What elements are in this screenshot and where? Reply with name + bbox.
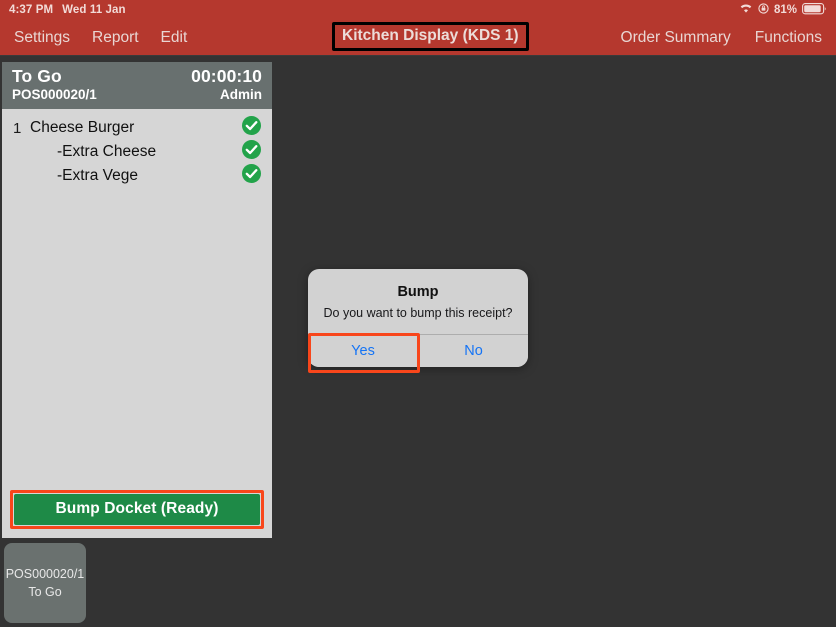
docket-tab-reference: POS000020/1 — [5, 567, 85, 582]
order-line-item[interactable]: 1 Cheese Burger — [2, 116, 272, 140]
docket-timer: 00:00:10 — [191, 66, 262, 86]
order-line-item[interactable]: -Extra Vege — [2, 164, 272, 188]
docket-tab-pos000020-1[interactable]: POS000020/1 To Go — [4, 543, 86, 623]
line-item-quantity: 1 — [13, 119, 22, 137]
line-item-name: Cheese Burger — [30, 119, 135, 136]
docket-header-top-row: To Go 00:00:10 — [12, 66, 262, 87]
status-bar-left: 4:37 PM Wed 11 Jan — [9, 4, 126, 16]
docket-card[interactable]: To Go 00:00:10 POS000020/1 Admin 1 Chees… — [2, 62, 272, 538]
docket-tab-strip: POS000020/1 To Go — [0, 543, 836, 627]
docket-reference: POS000020/1 — [12, 87, 97, 102]
status-bar-date: Wed 11 Jan — [62, 4, 126, 16]
dialog-no-button[interactable]: No — [418, 335, 528, 368]
bump-confirmation-dialog: Bump Do you want to bump this receipt? Y… — [308, 269, 528, 368]
bump-button-highlight: Bump Docket (Ready) — [10, 490, 264, 529]
order-line-item[interactable]: -Extra Cheese — [2, 140, 272, 164]
docket-header-bottom-row: POS000020/1 Admin — [12, 87, 262, 104]
dialog-yes-button[interactable]: Yes — [308, 335, 418, 368]
nav-item-functions[interactable]: Functions — [755, 30, 822, 46]
page-title: Kitchen Display (KDS 1) — [342, 27, 519, 44]
check-circle-icon[interactable] — [242, 116, 261, 140]
nav-item-settings[interactable]: Settings — [14, 30, 70, 46]
docket-tab-order-type: To Go — [28, 584, 62, 599]
nav-item-order-summary[interactable]: Order Summary — [621, 30, 731, 46]
wifi-icon — [739, 3, 753, 17]
battery-icon — [802, 2, 827, 18]
status-bar-time: 4:37 PM — [9, 4, 54, 16]
docket-line-items: 1 Cheese Burger -Extra Cheese -Extra Veg… — [2, 109, 272, 484]
docket-header: To Go 00:00:10 POS000020/1 Admin — [2, 62, 272, 109]
navbar-left-group: Settings Report Edit — [14, 30, 187, 46]
status-bar-right: 81% — [739, 2, 827, 18]
navbar-right-group: Order Summary Functions — [621, 30, 822, 46]
check-circle-icon[interactable] — [242, 140, 261, 164]
dialog-button-row: Yes No — [308, 334, 528, 368]
check-circle-icon[interactable] — [242, 164, 261, 188]
battery-percentage: 81% — [773, 4, 797, 16]
docket-order-type: To Go — [12, 66, 62, 86]
line-item-name: -Extra Vege — [57, 167, 138, 184]
ios-status-bar: 4:37 PM Wed 11 Jan 81% — [0, 0, 836, 20]
nav-item-edit[interactable]: Edit — [161, 30, 188, 46]
dialog-content: Bump Do you want to bump this receipt? — [308, 269, 528, 334]
docket-user: Admin — [220, 87, 262, 102]
dialog-message: Do you want to bump this receipt? — [323, 305, 513, 320]
docket-footer: Bump Docket (Ready) — [2, 484, 272, 538]
page-title-highlight: Kitchen Display (KDS 1) — [332, 22, 529, 51]
nav-item-report[interactable]: Report — [92, 30, 139, 46]
bump-docket-button[interactable]: Bump Docket (Ready) — [14, 494, 260, 525]
line-item-name: -Extra Cheese — [57, 143, 157, 160]
dialog-title: Bump — [397, 284, 439, 300]
kds-app-screen: 4:37 PM Wed 11 Jan 81% Settings Report E… — [0, 0, 836, 627]
rotation-lock-icon — [758, 3, 769, 17]
